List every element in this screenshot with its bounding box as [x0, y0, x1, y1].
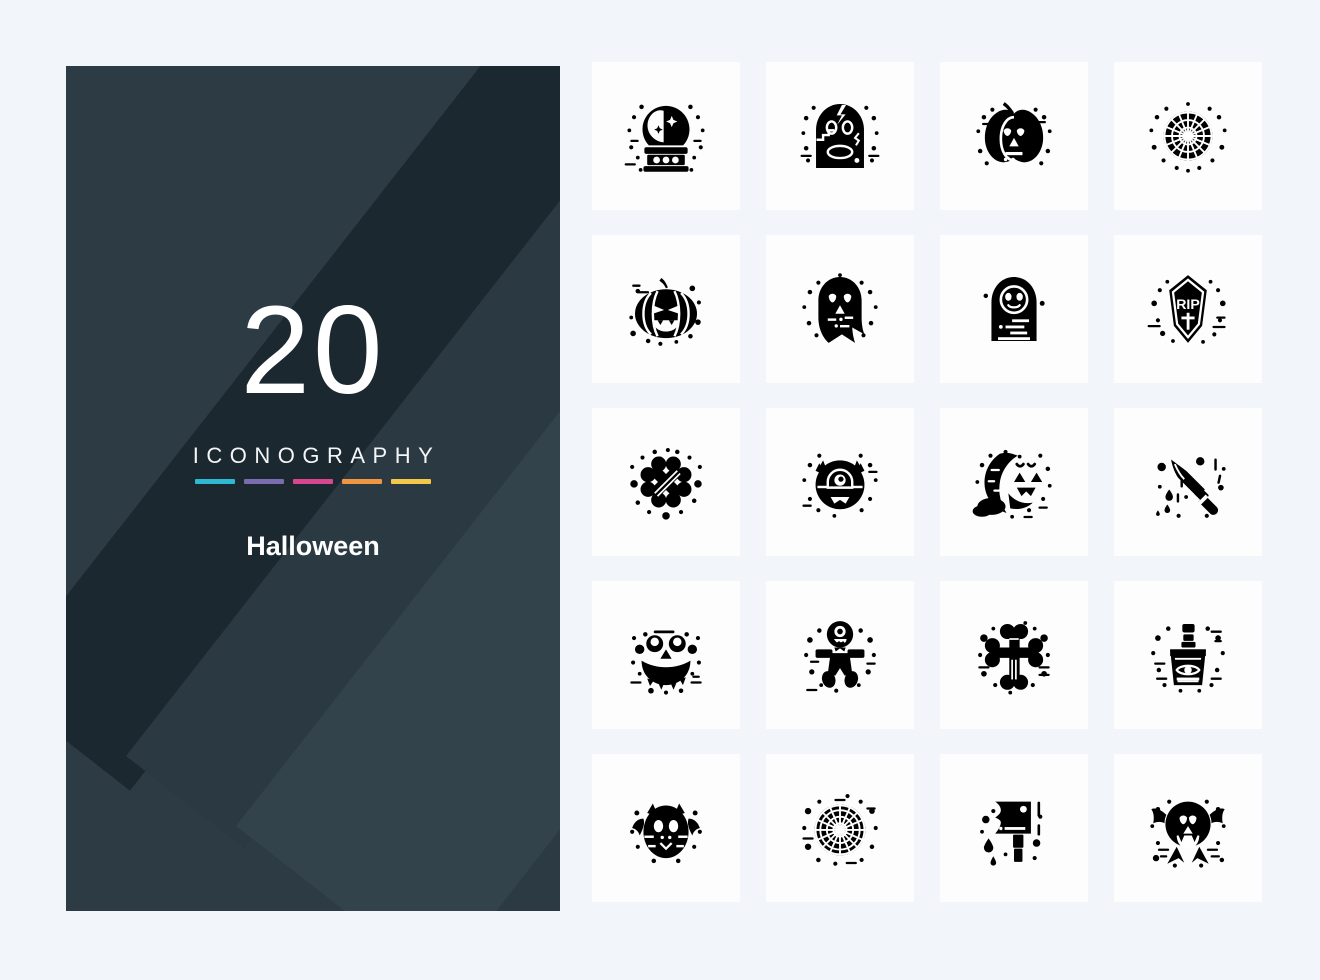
coffin-rip-icon: RIP	[1147, 275, 1226, 344]
cover-panel: 20 ICONOGRAPHY Halloween	[66, 66, 560, 911]
icon-card-potion-eye[interactable]	[1114, 581, 1262, 729]
voodoo-doll-icon	[804, 621, 876, 693]
icon-card-voodoo-doll[interactable]	[766, 581, 914, 729]
crescent-moon-icon	[972, 449, 1052, 519]
icon-card-bone-cross[interactable]	[940, 581, 1088, 729]
icon-card-tombstone-face[interactable]	[940, 235, 1088, 383]
icon-grid: RIP	[592, 62, 1262, 902]
monster-smile-icon	[630, 630, 702, 695]
icon-card-jack-o-lantern[interactable]	[592, 235, 740, 383]
spider-web-icon	[802, 793, 878, 866]
pumpkin-icon	[976, 102, 1052, 166]
icon-card-coffin-rip[interactable]: RIP	[1114, 235, 1262, 383]
bar-purple	[244, 479, 284, 484]
cracked-ghost-icon	[800, 104, 880, 168]
icon-card-crystal-ball[interactable]	[592, 62, 740, 210]
icon-card-cyclops-monster[interactable]	[766, 408, 914, 556]
potion-eye-icon	[1151, 623, 1225, 693]
vampire-bat-icon	[1150, 799, 1226, 868]
icon-card-monster-smile[interactable]	[592, 581, 740, 729]
icon-count: 20	[240, 281, 386, 420]
ghost-icon	[802, 273, 878, 343]
jack-o-lantern-icon	[629, 277, 701, 346]
bar-orange	[342, 479, 382, 484]
cover-subtitle: ICONOGRAPHY	[192, 443, 441, 468]
tombstone-face-icon	[983, 277, 1045, 341]
bone-cross-icon	[978, 621, 1050, 695]
color-bars	[195, 479, 431, 484]
icon-set-poster: 20 ICONOGRAPHY Halloween RIP	[0, 0, 1320, 980]
icon-card-spider-web-round[interactable]	[1114, 62, 1262, 210]
bar-cyan	[195, 479, 235, 484]
bar-yellow	[391, 479, 431, 484]
icon-card-crescent-moon[interactable]	[940, 408, 1088, 556]
icon-card-cracked-ghost[interactable]	[766, 62, 914, 210]
icon-card-bloody-knife[interactable]	[1114, 408, 1262, 556]
icon-card-devil-bat-face[interactable]	[592, 754, 740, 902]
icon-card-vampire-bat[interactable]	[1114, 754, 1262, 902]
icon-card-pumpkin[interactable]	[940, 62, 1088, 210]
crystal-ball-icon	[624, 104, 705, 172]
devil-bat-face-icon	[630, 803, 702, 864]
crossed-bones-icon	[630, 447, 702, 520]
bloody-knife-icon	[1156, 457, 1226, 518]
cover-title: Halloween	[246, 531, 380, 561]
icon-card-crossed-bones[interactable]	[592, 408, 740, 556]
coffin-rip-text: RIP	[1176, 296, 1200, 312]
cyclops-monster-icon	[802, 453, 878, 518]
bloody-cleaver-icon	[980, 801, 1043, 866]
icon-card-ghost[interactable]	[766, 235, 914, 383]
bar-pink	[293, 479, 333, 484]
spider-web-round-icon	[1149, 102, 1227, 173]
icon-card-spider-web[interactable]	[766, 754, 914, 902]
icon-card-bloody-cleaver[interactable]	[940, 754, 1088, 902]
